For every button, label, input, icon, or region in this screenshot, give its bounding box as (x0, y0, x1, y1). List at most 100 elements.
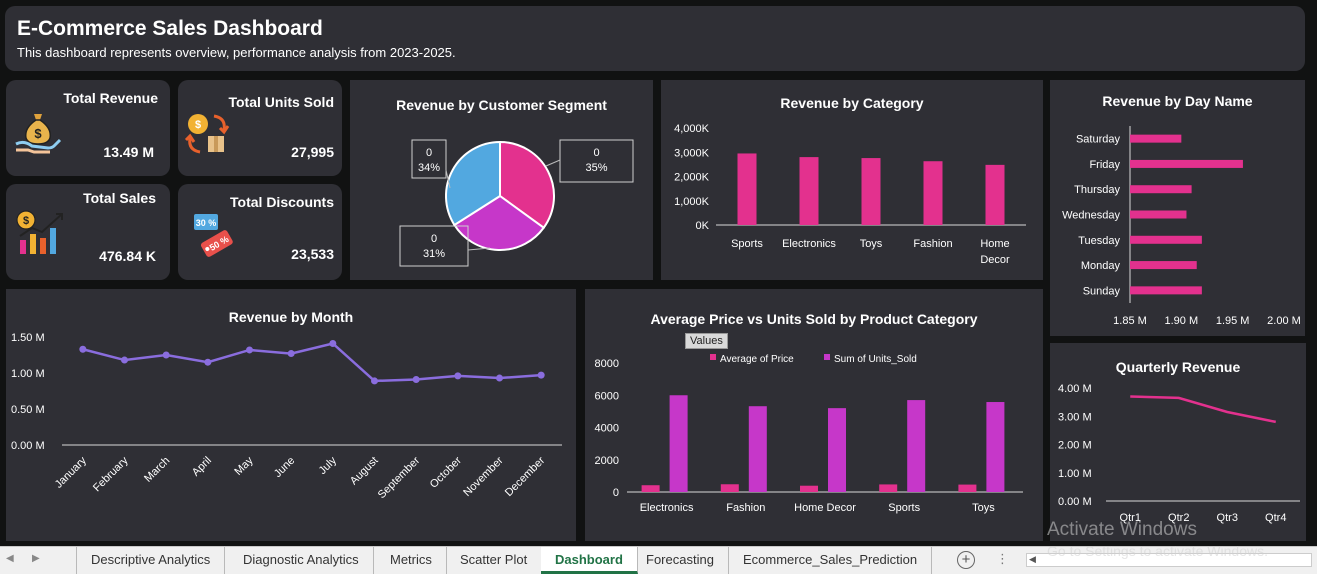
data-point (454, 372, 462, 380)
kpi-value: 476.84 K (99, 248, 156, 264)
y-tick-label: Wednesday (1062, 210, 1120, 222)
bar (720, 484, 739, 492)
kpi-value: 13.49 M (103, 144, 154, 160)
bar (907, 400, 926, 492)
svg-text:30 %: 30 % (196, 218, 217, 228)
bar (986, 402, 1005, 492)
series-line (1130, 395, 1276, 424)
y-tick-label: Saturday (1076, 134, 1121, 146)
svg-text:$: $ (195, 119, 201, 131)
y-tick-label: 2,000K (674, 172, 710, 184)
tab-descriptive-analytics[interactable]: Descriptive Analytics (76, 547, 226, 574)
x-tick-label: Qtr4 (1265, 512, 1286, 524)
x-tick-label: 1.95 M (1216, 315, 1250, 327)
data-point (371, 377, 378, 385)
more-options-icon[interactable]: ⋮ (996, 551, 1009, 567)
scroll-right-icon[interactable]: ▶ (32, 553, 40, 564)
x-tick-label: Toys (972, 502, 995, 514)
add-sheet-icon[interactable]: + (957, 551, 975, 569)
kpi-label: Total Units Sold (228, 94, 334, 110)
category-chart-panel: Revenue by Category 4,000K 3,000K 2,000K 1,… (661, 80, 1043, 280)
tab-metrics[interactable]: Metrics (376, 547, 447, 574)
y-tick-label: Friday (1089, 159, 1120, 171)
tab-diagnostic-analytics[interactable]: Diagnostic Analytics (229, 547, 374, 574)
x-tick-label: Home Decor (794, 502, 856, 514)
bar (799, 157, 819, 225)
x-tick-label: Decor (980, 254, 1010, 266)
tab-forecasting[interactable]: Forecasting (632, 547, 729, 574)
bar (1130, 286, 1202, 295)
data-label: 0 (426, 147, 432, 159)
bar (669, 395, 688, 492)
x-tick-label: December (503, 454, 548, 499)
data-point (537, 371, 545, 379)
bar (1130, 134, 1182, 143)
bar (800, 485, 818, 492)
bar (1130, 159, 1243, 168)
y-tick-label: 4,000K (674, 123, 710, 135)
y-tick-label: Monday (1081, 260, 1121, 272)
kpi-label: Total Sales (83, 190, 156, 206)
x-tick-label: Toys (860, 238, 883, 250)
kpi-total-discounts: Total Discounts 23,533 30 % 50 % (178, 184, 342, 280)
x-tick-label: April (190, 455, 214, 479)
month-line-chart: 1.50 M 1.00 M 0.50 M 0.00 M January February M… (11, 332, 562, 501)
y-tick-label: 1.50 M (11, 332, 45, 344)
x-tick-label: February (91, 454, 131, 494)
legend-label: Sum of Units_Sold (834, 354, 917, 365)
y-tick-label: Sunday (1083, 285, 1121, 297)
y-tick-label: 1.00 M (11, 368, 45, 380)
bar (879, 484, 898, 492)
y-tick-label: Tuesday (1078, 235, 1120, 247)
y-tick-label: 2000 (595, 455, 619, 467)
bar (828, 408, 846, 492)
x-tick-label: Sports (888, 502, 920, 514)
scroll-left-icon[interactable]: ◀ (6, 553, 14, 564)
kpi-value: 23,533 (291, 246, 334, 262)
data-label-box (399, 225, 469, 267)
data-point (121, 356, 128, 364)
coin-exchange-icon: $ (184, 114, 230, 154)
x-tick-label: Electronics (640, 502, 694, 514)
bar (748, 406, 767, 492)
y-tick-label: 6000 (595, 390, 619, 402)
y-tick-label: 0.00 M (1058, 496, 1092, 508)
bar (1130, 210, 1187, 219)
page-subtitle: This dashboard represents overview, perf… (17, 45, 456, 60)
segment-pie-chart: 0 35% 0 31% 0 34% (399, 139, 634, 267)
y-tick-label: 8000 (595, 358, 619, 370)
page-title: E-Commerce Sales Dashboard (17, 17, 323, 40)
x-tick-label: June (272, 455, 297, 480)
x-tick-label: Sports (731, 238, 763, 250)
tab-dashboard[interactable]: Dashboard (541, 547, 638, 574)
kpi-value: 27,995 (291, 144, 334, 160)
dashboard-header: E-Commerce Sales Dashboard This dashboar… (5, 6, 1305, 71)
kpi-total-units-sold: Total Units Sold 27,995 $ (178, 80, 342, 176)
scroll-left-arrow-icon[interactable]: ◀ (1029, 554, 1036, 565)
data-point (412, 375, 420, 383)
x-tick-label: August (348, 455, 381, 488)
y-tick-label: 0 (613, 487, 619, 499)
y-tick-label: 1,000K (674, 196, 710, 208)
tab-scatter-plot[interactable]: Scatter Plot (446, 547, 543, 574)
category-bar-chart: 4,000K 3,000K 2,000K 1,000K 0K Sports Electron… (674, 123, 1026, 266)
x-tick-label: Qtr3 (1217, 512, 1238, 524)
month-chart-panel: Revenue by Month 1.50 M 1.00 M 0.50 M 0.00 … (6, 289, 576, 541)
data-point (162, 351, 170, 359)
dayname-bar-chart: Saturday Friday Thursday Wednesday Tuesday Mo… (1062, 126, 1301, 327)
data-label: 0 (431, 233, 437, 245)
quarter-line-chart: 4.00 M3.00 M2.00 M1.00 M0.00 MQtr1 Qtr2 Qt… (1058, 383, 1300, 524)
bar (923, 161, 943, 225)
x-tick-label: October (428, 454, 464, 490)
svg-text:$: $ (23, 215, 29, 227)
x-tick-label: 1.90 M (1165, 315, 1199, 327)
sales-growth-icon: $ (16, 210, 63, 254)
tab-ecommerce-sales-prediction[interactable]: Ecommerce_Sales_Prediction (729, 547, 933, 574)
x-tick-label: January (53, 454, 90, 491)
y-tick-label: Thursday (1074, 184, 1120, 196)
x-tick-label: July (317, 454, 340, 477)
legend-label: Average of Price (720, 354, 794, 365)
x-tick-label: 1.85 M (1113, 315, 1147, 327)
svg-text:$: $ (34, 126, 42, 141)
data-label: 0 (593, 147, 599, 159)
